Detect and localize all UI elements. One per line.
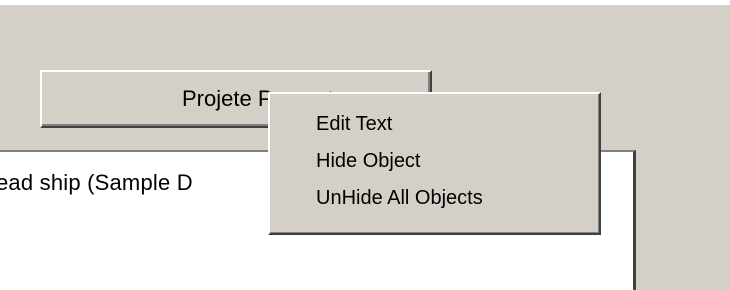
menu-item-edit-text[interactable]: Edit Text (270, 106, 599, 143)
menu-item-unhide-all-objects[interactable]: UnHide All Objects (270, 180, 599, 217)
text-panel-line: ead ship (Sample D (0, 170, 193, 195)
top-strip (0, 0, 730, 5)
menu-item-hide-object[interactable]: Hide Object (270, 143, 599, 180)
context-menu: Edit Text Hide Object UnHide All Objects (268, 92, 601, 235)
